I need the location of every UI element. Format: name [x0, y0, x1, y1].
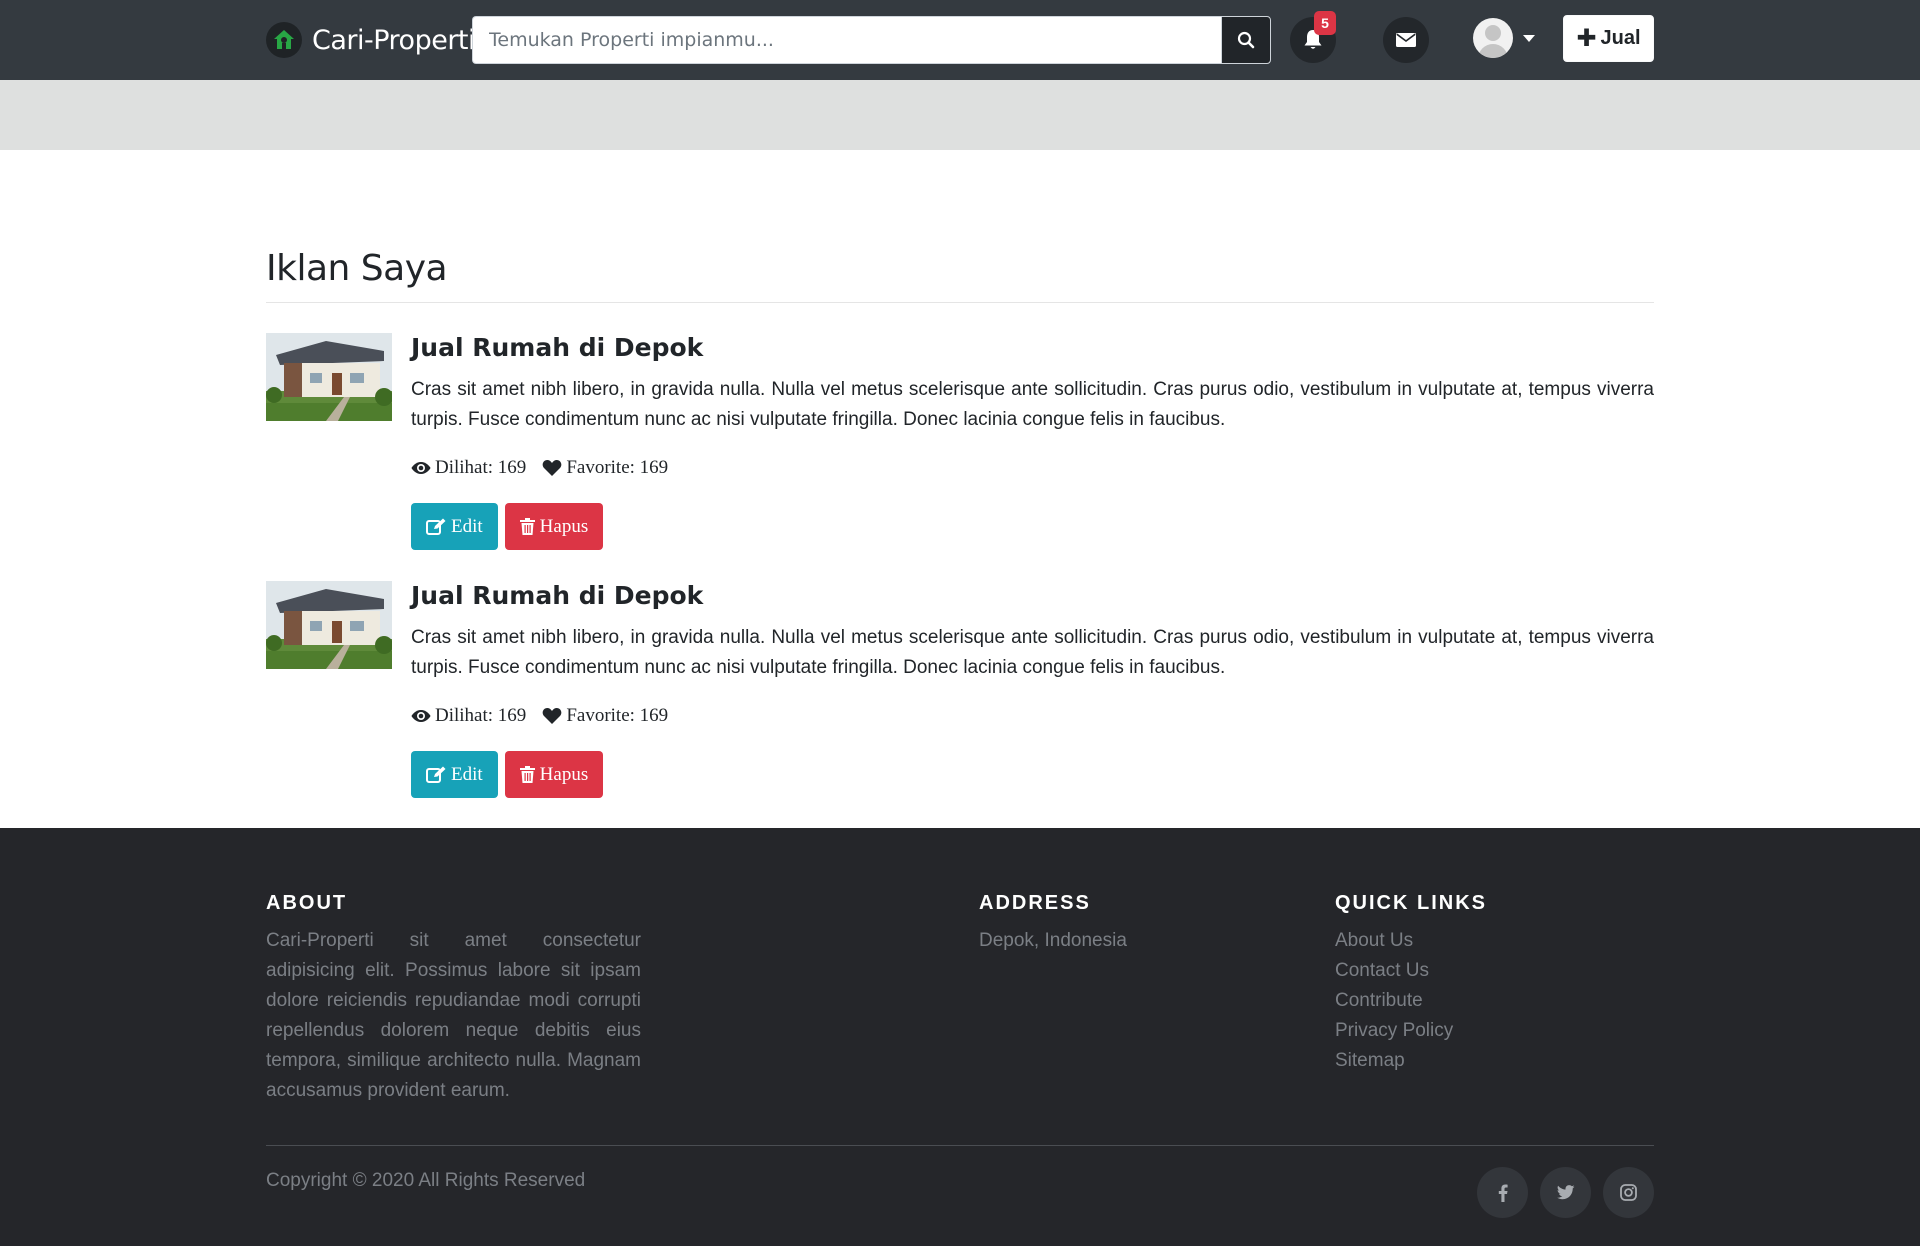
delete-button[interactable]: Hapus: [504, 751, 604, 798]
listing-stats: Dilihat: 169 Favorite: 169: [411, 457, 684, 479]
views-stat: Dilihat: 169: [411, 705, 526, 727]
plus-icon: ✚: [1576, 24, 1597, 52]
envelope-icon: [1396, 33, 1416, 47]
brand-name: Cari-Properti: [312, 24, 476, 56]
sell-button[interactable]: ✚ Jual: [1563, 15, 1654, 62]
instagram-icon: [1620, 1184, 1637, 1201]
navbar: Cari-Properti 5 ✚ Jual: [0, 0, 1920, 80]
favorites-stat: Favorite: 169: [542, 457, 668, 479]
about-text: Cari-Properti sit amet consectetur adipi…: [266, 930, 641, 1101]
footer-link-contact-us[interactable]: Contact Us: [1335, 956, 1453, 986]
page-title: Iklan Saya: [266, 248, 448, 289]
messages-button[interactable]: [1383, 17, 1429, 63]
edit-icon: [426, 518, 446, 535]
eye-icon: [411, 710, 431, 722]
user-avatar-icon: [1473, 18, 1513, 58]
edit-icon: [426, 766, 446, 783]
quick-links-list: About Us Contact Us Contribute Privacy P…: [1335, 926, 1453, 1076]
listing-title[interactable]: Jual Rumah di Depok: [411, 333, 703, 362]
search-input[interactable]: [472, 16, 1221, 64]
views-count: Dilihat: 169: [435, 705, 527, 726]
listing-actions: Edit Hapus: [411, 503, 610, 550]
listing-description: Cras sit amet nibh libero, in gravida nu…: [411, 627, 1654, 678]
delete-button-label: Hapus: [539, 763, 589, 785]
header-band: [0, 80, 1920, 150]
home-icon: [266, 22, 302, 58]
views-stat: Dilihat: 169: [411, 457, 526, 479]
facebook-icon: [1498, 1184, 1508, 1202]
eye-icon: [411, 462, 431, 474]
address-text: Depok, Indonesia: [979, 930, 1127, 951]
search-icon: [1237, 31, 1255, 49]
favorites-stat: Favorite: 169: [542, 705, 668, 727]
listing-thumbnail[interactable]: [266, 333, 392, 421]
instagram-link[interactable]: [1603, 1167, 1654, 1218]
heart-icon: [542, 459, 562, 476]
notification-count-badge: 5: [1314, 11, 1336, 35]
notifications-button[interactable]: 5: [1290, 11, 1336, 63]
edit-button-label: Edit: [451, 763, 483, 785]
edit-button[interactable]: Edit: [411, 751, 498, 798]
brand-link[interactable]: Cari-Properti: [266, 20, 476, 60]
listing-thumbnail[interactable]: [266, 581, 392, 669]
trash-icon: [519, 518, 535, 535]
twitter-link[interactable]: [1540, 1167, 1591, 1218]
delete-button-label: Hapus: [539, 515, 589, 537]
listing-title[interactable]: Jual Rumah di Depok: [411, 581, 703, 610]
edit-button[interactable]: Edit: [411, 503, 498, 550]
sell-button-label: Jual: [1600, 27, 1641, 49]
listing-description: Cras sit amet nibh libero, in gravida nu…: [411, 379, 1654, 430]
edit-button-label: Edit: [451, 515, 483, 537]
divider: [266, 302, 1654, 303]
footer-link-sitemap[interactable]: Sitemap: [1335, 1046, 1453, 1076]
search-bar: [472, 16, 1271, 64]
listing-item: Jual Rumah di Depok Cras sit amet nibh l…: [266, 333, 1654, 573]
favorites-count: Favorite: 169: [566, 705, 669, 726]
views-count: Dilihat: 169: [435, 457, 527, 478]
heart-icon: [542, 707, 562, 724]
facebook-link[interactable]: [1477, 1167, 1528, 1218]
listing-stats: Dilihat: 169 Favorite: 169: [411, 705, 684, 727]
quick-links-heading: QUICK LINKS: [1335, 892, 1487, 914]
address-heading: ADDRESS: [979, 892, 1091, 914]
chevron-down-icon: [1523, 34, 1535, 42]
twitter-icon: [1556, 1185, 1574, 1200]
delete-button[interactable]: Hapus: [504, 503, 604, 550]
footer-divider: [266, 1145, 1654, 1146]
about-heading: ABOUT: [266, 892, 348, 914]
search-button[interactable]: [1221, 16, 1271, 64]
footer-link-privacy-policy[interactable]: Privacy Policy: [1335, 1016, 1453, 1046]
copyright-text: Copyright © 2020 All Rights Reserved: [266, 1170, 586, 1191]
footer: ABOUT Cari-Properti sit amet consectetur…: [0, 828, 1920, 1246]
user-menu-toggle[interactable]: [1473, 18, 1535, 58]
footer-link-about-us[interactable]: About Us: [1335, 926, 1453, 956]
footer-link-contribute[interactable]: Contribute: [1335, 986, 1453, 1016]
favorites-count: Favorite: 169: [566, 457, 669, 478]
listing-actions: Edit Hapus: [411, 751, 610, 798]
trash-icon: [519, 766, 535, 783]
listing-item: Jual Rumah di Depok Cras sit amet nibh l…: [266, 581, 1654, 821]
